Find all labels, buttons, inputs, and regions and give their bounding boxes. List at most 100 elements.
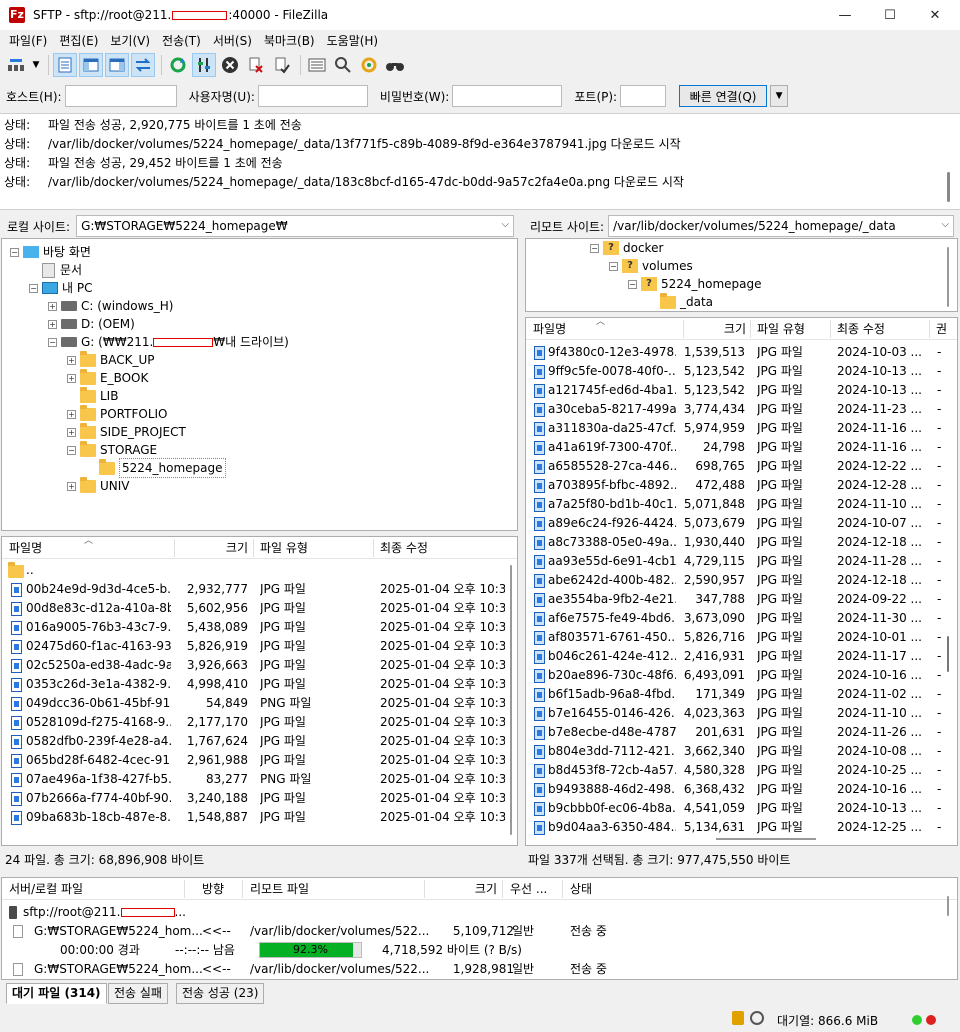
remote-file-row[interactable]: b046c261-424e-412... 2,416,931 JPG 파일 2024-… <box>526 647 944 666</box>
local-file-row[interactable]: 0353c26d-3e1a-4382-9... 4,998,410 JPG 파일 20… <box>2 675 507 694</box>
dropdown-icon[interactable]: ▼ <box>30 53 42 77</box>
local-file-list[interactable]: 파일명 ︿ 크기 파일 유형 최종 수정 .. 00b24e9d-9d3d-4c… <box>1 536 518 846</box>
local-file-row[interactable]: 02475d60-f1ac-4163-93... 5,826,919 JPG 파일 2… <box>2 637 507 656</box>
collapse-icon[interactable]: − <box>67 445 76 455</box>
remote-file-row[interactable]: b7e16455-0146-426... 4,023,363 JPG 파일 2024-… <box>526 704 944 723</box>
expand-icon[interactable]: + <box>67 409 76 419</box>
local-file-row[interactable]: 049dcc36-0b61-45bf-91... 54,849 PNG 파일 2025… <box>2 694 507 713</box>
remote-tree-item[interactable]: −? docker <box>590 239 663 257</box>
refresh-icon[interactable] <box>166 53 190 77</box>
parent-directory-row[interactable]: .. <box>2 561 502 580</box>
username-input[interactable] <box>257 85 368 107</box>
local-file-row[interactable]: 02c5250a-ed38-4adc-9a... 3,926,663 JPG 파일 2… <box>2 656 507 675</box>
transfer-queue[interactable]: 서버/로컬 파일 방향 리모트 파일 크기 우선 ... 상태 sftp://r… <box>1 877 958 980</box>
remote-list-scrollbar[interactable] <box>947 636 949 672</box>
menu-edit[interactable]: 편집(E) <box>53 32 104 49</box>
tree-item[interactable]: + D: (OEM) <box>48 315 135 333</box>
remote-file-row[interactable]: b20ae896-730c-48f6... 6,493,091 JPG 파일 2024… <box>526 666 944 685</box>
menu-file[interactable]: 파일(F) <box>3 32 53 49</box>
tree-item[interactable]: − 내 PC <box>29 279 92 297</box>
host-input[interactable] <box>64 85 177 107</box>
local-file-row[interactable]: 00d8e83c-d12a-410a-8b... 5,602,956 JPG 파일 2… <box>2 599 507 618</box>
remote-site-path-input[interactable]: /var/lib/docker/volumes/5224_homepage/_d… <box>608 215 955 237</box>
remote-file-row[interactable]: b804e3dd-7112-421... 3,662,340 JPG 파일 2024-… <box>526 742 944 761</box>
column-divider[interactable] <box>750 320 751 338</box>
tree-item[interactable]: 문서 <box>29 261 82 279</box>
remote-file-row[interactable]: 9ff9c5fe-0078-40f0-... 5,123,542 JPG 파일 202… <box>526 362 944 381</box>
local-file-row[interactable]: 0528109d-f275-4168-9... 2,177,170 JPG 파일 20… <box>2 713 507 732</box>
remote-file-row[interactable]: ae3554ba-9fb2-4e21... 347,788 JPG 파일 2024-0… <box>526 590 944 609</box>
maximize-button[interactable]: ☐ <box>867 0 913 30</box>
tree-item[interactable]: − STORAGE <box>67 440 157 459</box>
remote-file-row[interactable]: b8d453f8-72cb-4a57... 4,580,328 JPG 파일 2024… <box>526 761 944 780</box>
tab-successful-transfers[interactable]: 전송 성공 (23) <box>176 983 265 1004</box>
queue-column-size[interactable]: 크기 <box>427 878 497 900</box>
password-input[interactable] <box>452 85 563 107</box>
column-filetype[interactable]: 파일 유형 <box>260 537 370 559</box>
compare-icon[interactable] <box>331 53 355 77</box>
remote-tree-item[interactable]: −? volumes <box>609 257 693 275</box>
log-scrollbar[interactable] <box>947 172 950 202</box>
port-input[interactable] <box>620 85 667 107</box>
remote-file-row[interactable]: a703895f-bfbc-4892... 472,488 JPG 파일 2024-1… <box>526 476 944 495</box>
expand-icon[interactable]: + <box>48 301 57 311</box>
tree-item[interactable]: + SIDE_PROJECT <box>67 422 186 441</box>
minimize-button[interactable]: — <box>822 0 868 30</box>
expand-icon[interactable]: + <box>67 355 76 365</box>
remote-file-row[interactable]: abe6242d-400b-482... 2,590,957 JPG 파일 2024-… <box>526 571 944 590</box>
chevron-down-icon[interactable]: ⌵ <box>942 219 950 230</box>
column-divider[interactable] <box>424 880 425 898</box>
remote-tree-item[interactable]: −? 5224_homepage <box>628 275 762 293</box>
column-divider[interactable] <box>830 320 831 338</box>
column-filetype[interactable]: 파일 유형 <box>757 318 827 340</box>
queue-column-local[interactable]: 서버/로컬 파일 <box>9 878 179 900</box>
column-size[interactable]: 크기 <box>686 318 746 340</box>
site-manager-icon[interactable] <box>4 53 28 77</box>
column-size[interactable]: 크기 <box>178 537 248 559</box>
quickconnect-button[interactable]: 빠른 연결(Q) <box>679 85 768 107</box>
queue-column-remote[interactable]: 리모트 파일 <box>250 878 420 900</box>
queue-column-status[interactable]: 상태 <box>570 878 630 900</box>
chevron-down-icon[interactable]: ⌵ <box>501 219 509 230</box>
toggle-local-tree-icon[interactable] <box>79 53 103 77</box>
remote-tree-item[interactable]: _data <box>647 292 713 311</box>
column-modified[interactable]: 최종 수정 <box>837 318 927 340</box>
menu-view[interactable]: 보기(V) <box>104 32 156 49</box>
disconnect-icon[interactable] <box>244 53 268 77</box>
menu-transfer[interactable]: 전송(T) <box>156 32 207 49</box>
expand-icon[interactable]: + <box>67 373 76 383</box>
local-directory-tree[interactable]: − 바탕 화면 문서 − 내 PC + C: (windows_H) + D: (OEM) − G:… <box>1 238 518 531</box>
tree-item[interactable]: LIB <box>67 386 118 405</box>
column-divider[interactable] <box>683 320 684 338</box>
collapse-icon[interactable]: − <box>10 247 19 257</box>
process-queue-icon[interactable] <box>192 53 216 77</box>
expand-icon[interactable]: + <box>67 481 76 491</box>
toggle-remote-tree-icon[interactable] <box>105 53 129 77</box>
remote-file-row[interactable]: a30ceba5-8217-499a... 3,774,434 JPG 파일 2024… <box>526 400 944 419</box>
collapse-icon[interactable]: − <box>609 261 618 271</box>
remote-file-row[interactable]: 9f4380c0-12e3-4978... 1,539,513 JPG 파일 2024… <box>526 343 944 362</box>
collapse-icon[interactable]: − <box>628 279 637 289</box>
collapse-icon[interactable]: − <box>29 283 38 293</box>
tab-failed-transfers[interactable]: 전송 실패 <box>108 983 168 1004</box>
remote-file-row[interactable]: b7e8ecbe-d48e-4787... 201,631 JPG 파일 2024-1… <box>526 723 944 742</box>
tab-queued-files[interactable]: 대기 파일 (314) <box>6 983 107 1004</box>
remote-file-row[interactable]: a41a619f-7300-470f... 24,798 JPG 파일 2024-11… <box>526 438 944 457</box>
remote-tree-scrollbar[interactable] <box>947 247 949 307</box>
local-file-row[interactable]: 07b2666a-f774-40bf-90... 3,240,188 JPG 파일 2… <box>2 789 507 808</box>
column-divider[interactable] <box>502 880 503 898</box>
column-divider[interactable] <box>184 880 185 898</box>
queue-server-row[interactable]: sftp://root@211.... <box>9 903 309 922</box>
remote-file-row[interactable]: a89e6c24-f926-4424... 5,073,679 JPG 파일 2024… <box>526 514 944 533</box>
column-divider[interactable] <box>562 880 563 898</box>
queue-column-direction[interactable]: 방향 <box>202 878 242 900</box>
remote-file-list[interactable]: 파일명 ︿ 크기 파일 유형 최종 수정 권 9f4380c0-12e3-497… <box>525 317 958 846</box>
tree-item[interactable]: − 바탕 화면 <box>10 243 91 261</box>
menu-bookmarks[interactable]: 북마크(B) <box>258 32 321 49</box>
quickconnect-dropdown-button[interactable]: ▼ <box>770 85 789 107</box>
local-file-row[interactable]: 09ba683b-18cb-487e-8... 1,548,887 JPG 파일 20… <box>2 808 507 827</box>
tree-item[interactable]: − G: (₩₩211. ₩내 드라이브) <box>48 333 289 351</box>
local-file-row[interactable]: 00b24e9d-9d3d-4ce5-b... 2,932,777 JPG 파일 20… <box>2 580 507 599</box>
tree-item[interactable]: + C: (windows_H) <box>48 297 173 315</box>
local-site-path-input[interactable]: G:₩STORAGE₩5224_homepage₩ ⌵ <box>76 215 515 237</box>
